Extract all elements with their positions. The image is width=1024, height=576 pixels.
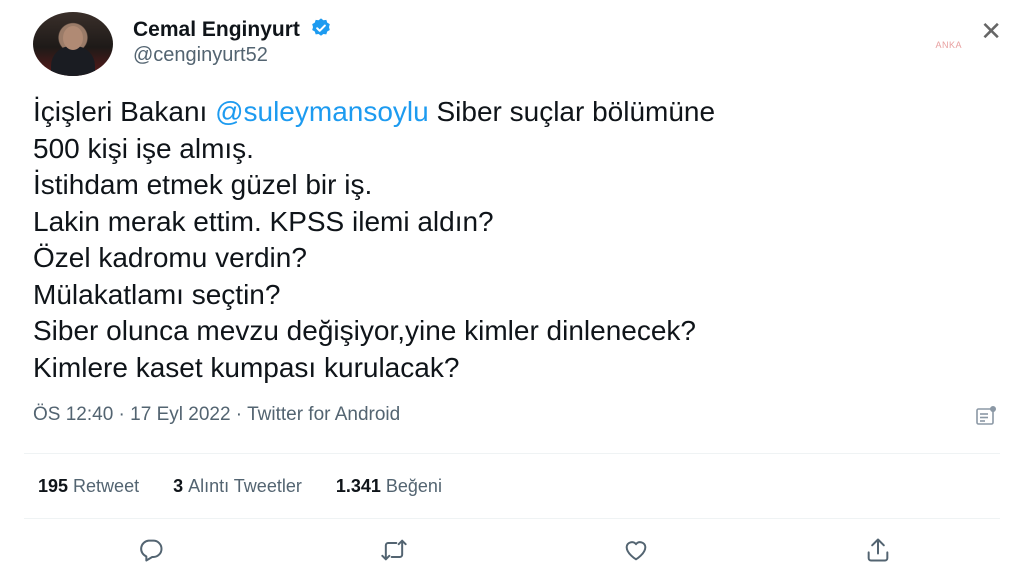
watermark-logo: ANKA <box>935 40 962 50</box>
retweet-label: Retweet <box>73 476 140 496</box>
retweet-button[interactable] <box>376 534 412 566</box>
retweet-count: 195 <box>38 476 69 496</box>
tweet-card: Cemal Enginyurt @cenginyurt52 ANKA ✕ İçi… <box>0 0 1024 576</box>
divider <box>24 518 1000 519</box>
like-stat[interactable]: 1.341 Beğeni <box>336 476 442 497</box>
close-icon[interactable]: ✕ <box>980 18 1002 44</box>
quote-stat[interactable]: 3 Alıntı Tweetler <box>173 476 302 497</box>
tweet-text: İçişleri Bakanı @suleymansoylu Siber suç… <box>33 94 993 386</box>
share-icon <box>867 538 889 562</box>
meta-separator: · <box>113 404 131 425</box>
quote-label: Alıntı Tweetler <box>188 476 302 496</box>
quote-count: 3 <box>173 476 184 496</box>
verified-badge-icon <box>310 17 332 45</box>
retweet-stat[interactable]: 195 Retweet <box>38 476 139 497</box>
tweet-text-prefix: İçişleri Bakanı <box>33 96 216 127</box>
reply-button[interactable] <box>133 534 169 566</box>
like-icon <box>625 541 647 561</box>
tweet-text-suffix: Siber suçlar bölümüne <box>428 96 716 127</box>
mention-link[interactable]: @suleymansoylu <box>215 96 429 127</box>
reply-icon <box>140 539 163 562</box>
like-button[interactable] <box>618 534 654 566</box>
share-button[interactable] <box>860 534 896 566</box>
avatar[interactable] <box>33 12 113 76</box>
tweet-time[interactable]: ÖS 12:40 <box>33 404 113 425</box>
like-label: Beğeni <box>385 476 442 496</box>
author-handle[interactable]: @cenginyurt52 <box>133 44 268 67</box>
like-count: 1.341 <box>335 476 381 496</box>
action-bar <box>0 534 1024 566</box>
tweet-meta: ÖS 12:40 · 17 Eyl 2022 · Twitter for And… <box>33 404 400 426</box>
analytics-icon[interactable] <box>974 404 998 433</box>
tweet-date[interactable]: 17 Eyl 2022 <box>130 404 230 425</box>
retweet-icon <box>381 539 407 561</box>
divider <box>24 453 1000 454</box>
author-name[interactable]: Cemal Enginyurt <box>133 17 332 45</box>
meta-separator: · <box>230 404 248 425</box>
author-name-text: Cemal Enginyurt <box>133 18 300 41</box>
tweet-source[interactable]: Twitter for Android <box>247 404 400 425</box>
tweet-stats: 195 Retweet 3 Alıntı Tweetler 1.341 Beğeni <box>38 476 442 497</box>
tweet-text-body: 500 kişi işe almış. İstihdam etmek güzel… <box>33 132 697 383</box>
